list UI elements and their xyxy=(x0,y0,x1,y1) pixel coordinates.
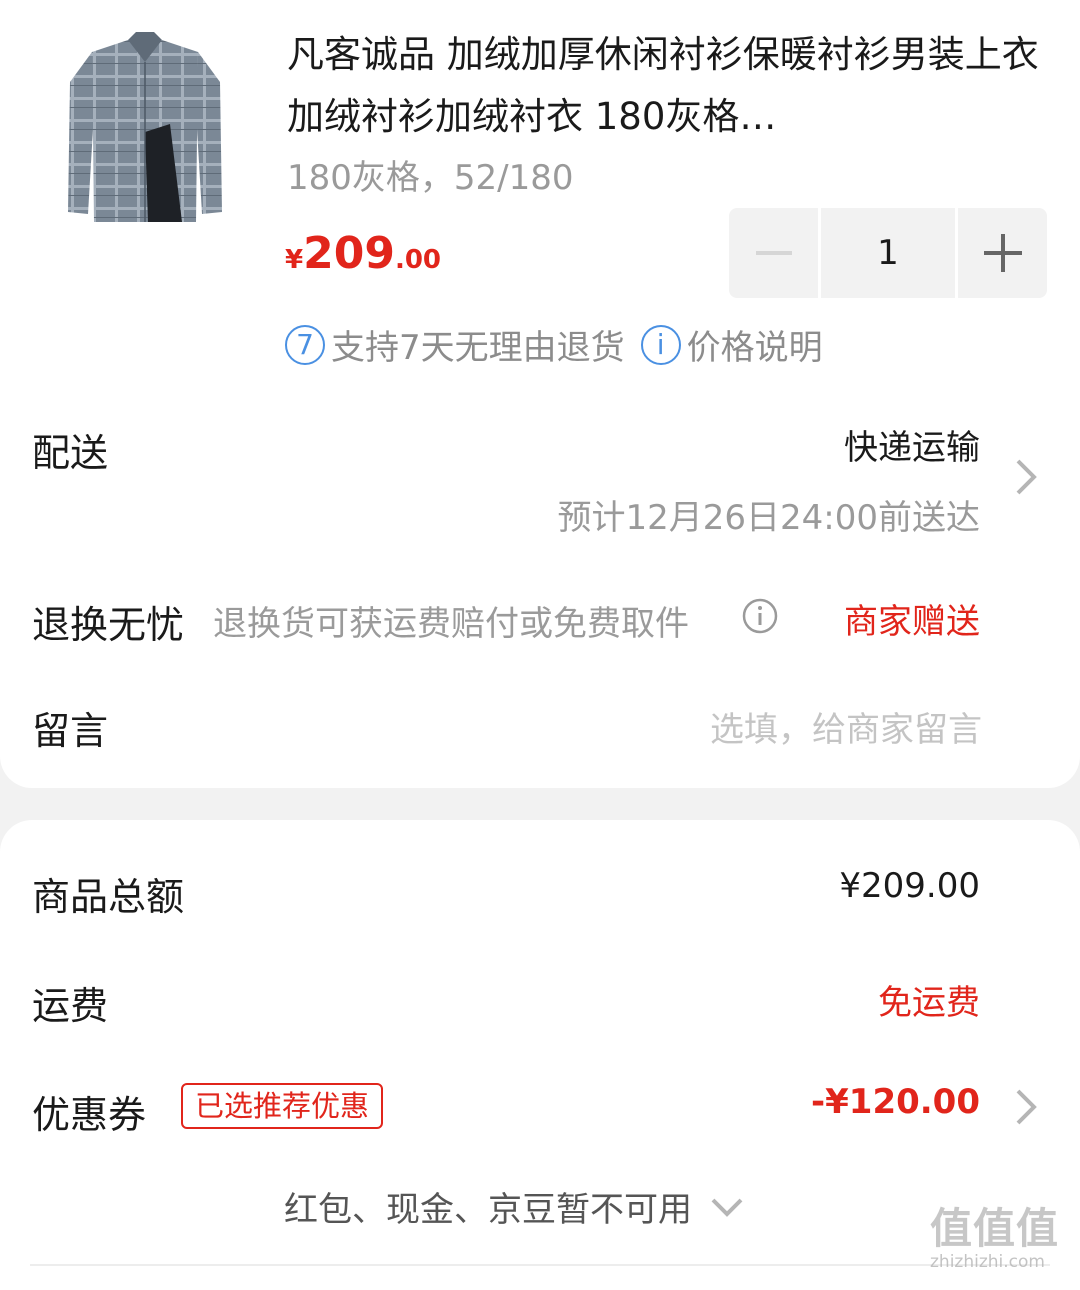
message-input[interactable]: 选填，给商家留言 xyxy=(710,702,982,751)
price-summary-card: 商品总额 ¥209.00 运费 免运费 优惠券 已选推荐优惠 -¥120.00 … xyxy=(0,820,1080,1290)
tag-seven-day-return[interactable]: 7 支持7天无理由退货 xyxy=(285,320,625,369)
minus-icon xyxy=(755,251,792,255)
price-decimal: .00 xyxy=(394,245,442,275)
delivery-label: 配送 xyxy=(32,431,109,475)
decrease-button[interactable] xyxy=(729,208,818,298)
shipping-label: 运费 xyxy=(32,984,109,1028)
price-integer: 209 xyxy=(303,228,395,279)
chevron-right-icon[interactable] xyxy=(1015,1088,1037,1126)
unavailable-text: 红包、现金、京豆暂不可用 xyxy=(284,1190,692,1230)
watermark-site: zhizhizhi.com xyxy=(930,1252,1045,1272)
product-image[interactable] xyxy=(62,22,228,232)
quantity-stepper: 1 xyxy=(729,208,1050,298)
goods-total-label: 商品总额 xyxy=(32,875,185,919)
returns-value: 商家赠送 xyxy=(844,602,980,642)
seven-days-icon: 7 xyxy=(285,324,325,365)
divider xyxy=(30,1264,1050,1266)
tag-price-explanation[interactable]: i 价格说明 xyxy=(640,320,823,369)
product-spec[interactable]: 180灰格，52/180 xyxy=(287,150,574,199)
message-label: 留言 xyxy=(32,709,109,753)
order-item-card: 凡客诚品 加绒加厚休闲衬衫保暖衬衫男装上衣加绒衬衫加绒衬衣 180灰格… 180… xyxy=(0,0,1080,788)
coupon-label: 优惠券 xyxy=(32,1093,147,1137)
tag-label: 价格说明 xyxy=(686,328,823,368)
returns-label: 退换无忧 xyxy=(32,603,185,647)
plus-icon xyxy=(983,234,1022,272)
goods-total-value: ¥209.00 xyxy=(839,866,980,906)
chevron-down-icon xyxy=(711,1198,743,1217)
shipping-value: 免运费 xyxy=(878,983,980,1023)
tag-label: 支持7天无理由退货 xyxy=(331,328,625,368)
service-tags: 7 支持7天无理由退货 i 价格说明 xyxy=(285,320,823,369)
unavailable-toggle[interactable]: 红包、现金、京豆暂不可用 xyxy=(284,1182,744,1231)
delivery-method[interactable]: 快递运输 xyxy=(844,420,980,469)
product-title[interactable]: 凡客诚品 加绒加厚休闲衬衫保暖衬衫男装上衣加绒衬衫加绒衬衣 180灰格… xyxy=(287,24,1047,148)
info-icon: i xyxy=(640,324,681,365)
price-currency: ¥ xyxy=(285,245,304,275)
watermark-logo: 值值值 xyxy=(930,1204,1060,1253)
returns-description: 退换货可获运费赔付或免费取件 xyxy=(213,604,689,644)
coupon-value[interactable]: -¥120.00 xyxy=(811,1082,980,1122)
increase-button[interactable] xyxy=(958,208,1047,298)
chevron-right-icon[interactable] xyxy=(1015,458,1037,496)
quantity-value[interactable]: 1 xyxy=(821,208,955,298)
coupon-badge: 已选推荐优惠 xyxy=(181,1083,384,1129)
delivery-estimate[interactable]: 预计12月26日24:00前送达 xyxy=(557,490,980,539)
product-price: ¥209.00 xyxy=(285,228,441,279)
info-icon[interactable] xyxy=(741,597,779,635)
